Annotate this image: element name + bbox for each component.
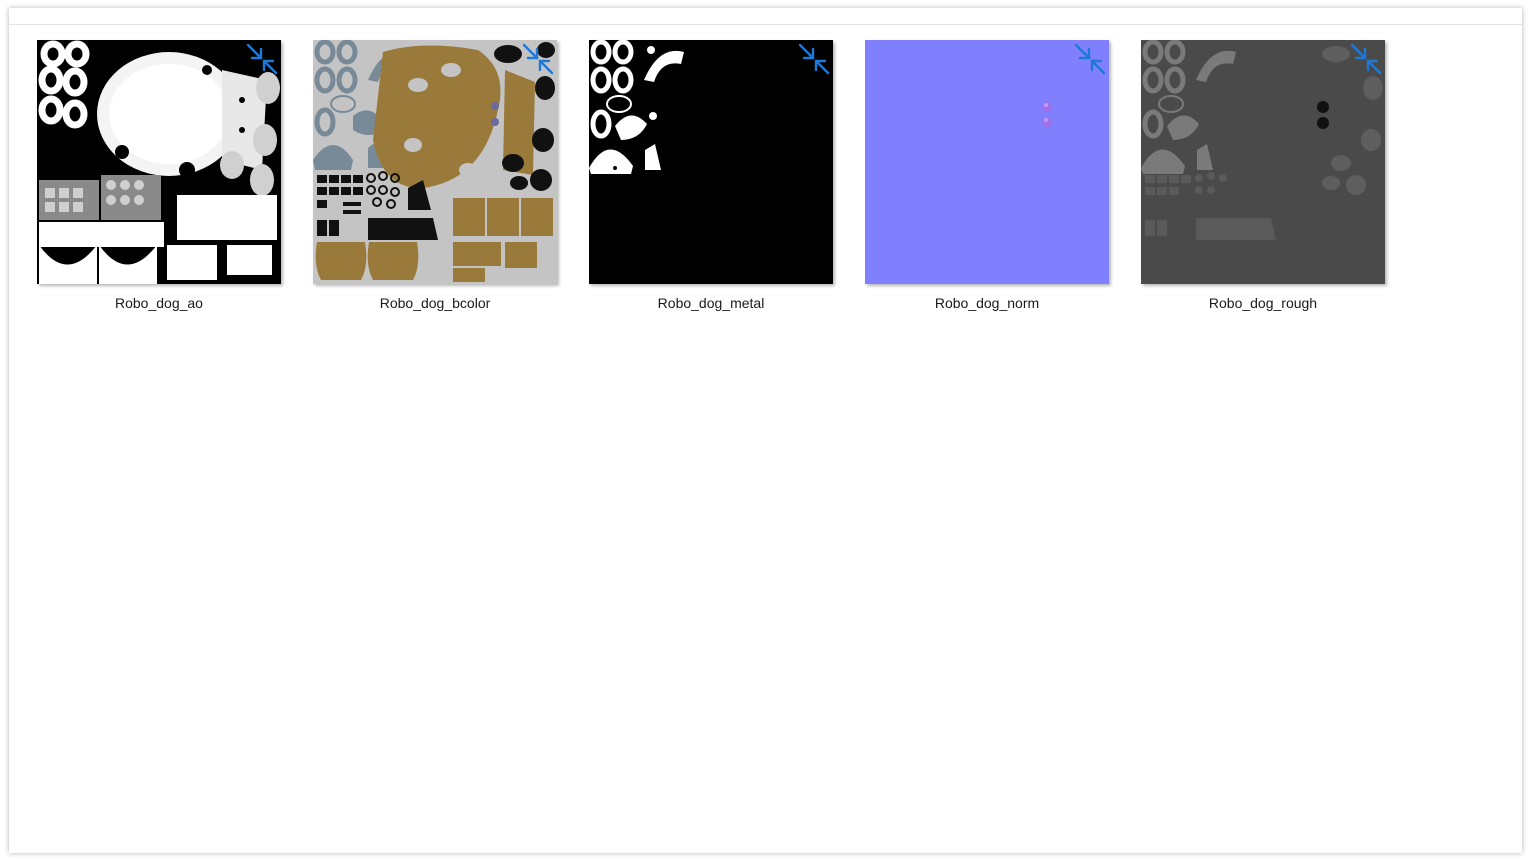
file-name: Robo_dog_metal — [657, 295, 765, 311]
compress-arrows-icon — [245, 42, 279, 76]
file-name: Robo_dog_rough — [1208, 295, 1318, 311]
ao-texture-icon — [37, 40, 281, 284]
normal-texture-icon — [865, 40, 1109, 284]
compress-arrows-icon — [1073, 42, 1107, 76]
file-name: Robo_dog_norm — [934, 295, 1040, 311]
toolbar-strip — [9, 8, 1522, 25]
file-item-rough[interactable]: Robo_dog_rough — [1123, 40, 1385, 330]
file-item-norm[interactable]: Robo_dog_norm — [847, 40, 1109, 330]
compress-arrows-icon — [797, 42, 831, 76]
basecolor-texture-icon — [313, 40, 557, 284]
compress-arrows-icon — [521, 42, 555, 76]
file-name: Robo_dog_bcolor — [379, 295, 491, 311]
compress-arrows-icon — [1349, 42, 1383, 76]
roughness-texture-icon — [1141, 40, 1385, 284]
explorer-window: Robo_dog_ao Robo_dog_bcolor Robo_dog_met… — [9, 8, 1522, 853]
file-name: Robo_dog_ao — [115, 295, 203, 311]
file-item-metal[interactable]: Robo_dog_metal — [571, 40, 833, 330]
metal-texture-icon — [589, 40, 833, 284]
file-item-bcolor[interactable]: Robo_dog_bcolor — [295, 40, 557, 330]
file-item-ao[interactable]: Robo_dog_ao — [19, 40, 281, 330]
